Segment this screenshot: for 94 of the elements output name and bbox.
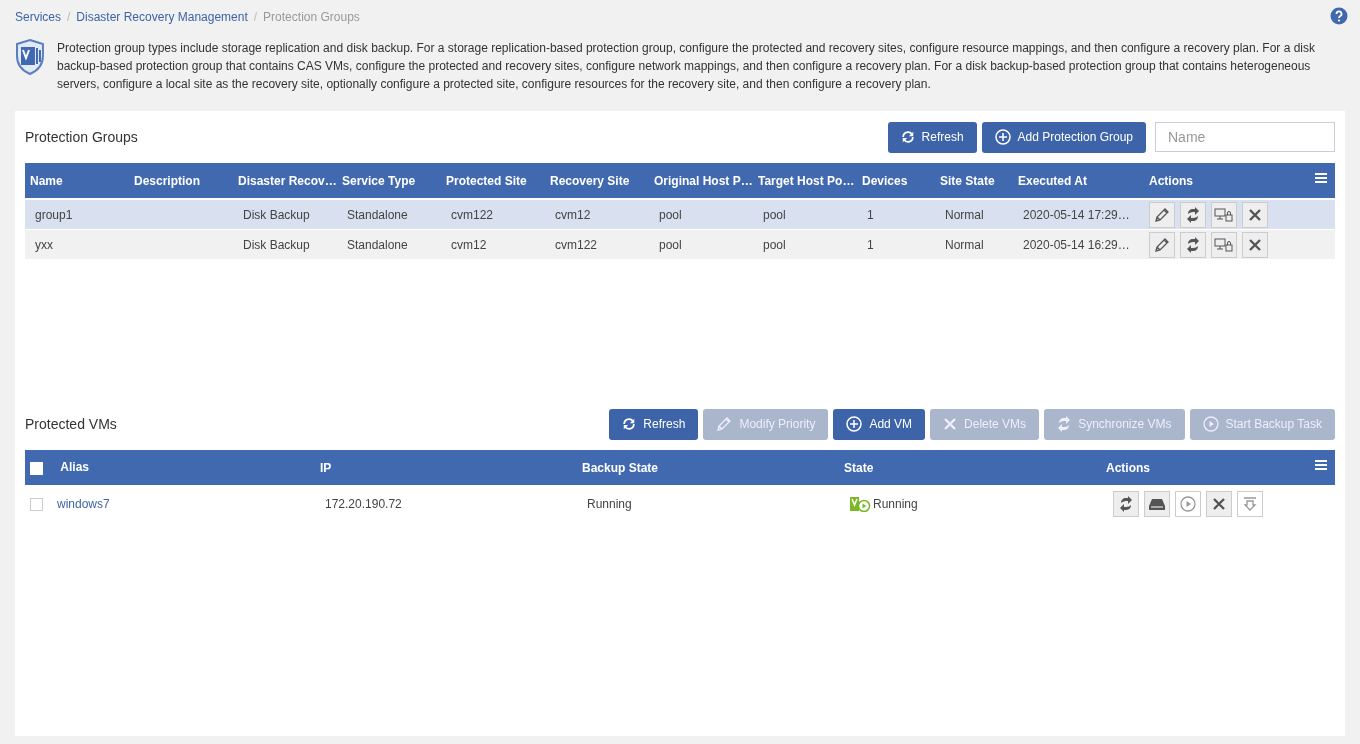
monitor-lock-icon	[1214, 207, 1234, 222]
column-header: Actions	[1101, 450, 1335, 486]
table-cell: Standalone	[347, 207, 408, 222]
delete-action-button[interactable]	[1206, 491, 1232, 517]
download-icon	[1242, 496, 1258, 512]
close-icon	[943, 417, 958, 431]
add-button[interactable]: Add Protection Group	[981, 121, 1146, 153]
column-header: IP	[315, 450, 577, 486]
edit-action-button[interactable]	[1149, 201, 1175, 228]
pencil-icon	[716, 416, 733, 432]
column-header: Description	[129, 163, 233, 199]
column-header: Actions	[1144, 163, 1335, 199]
table-cell: pool	[659, 207, 682, 222]
table-cell: Normal	[945, 207, 984, 222]
edit-action-button[interactable]	[1149, 231, 1175, 258]
menu-icon[interactable]	[1315, 460, 1327, 470]
delete-action-button[interactable]	[1242, 231, 1268, 258]
column-header: Alias	[25, 450, 315, 486]
table-cell: cvm12	[555, 207, 591, 222]
refresh-icon	[900, 130, 915, 144]
table-cell: Disk Backup	[243, 207, 310, 222]
sync-action-button[interactable]	[1180, 231, 1206, 258]
table-cell: 2020-05-14 16:29…	[1023, 237, 1130, 252]
vm-lock-action-button[interactable]	[1211, 201, 1237, 228]
sync-icon	[1186, 206, 1200, 223]
column-header: Target Host Po…	[753, 163, 857, 199]
play-circle-icon	[1202, 416, 1219, 432]
section-title: Protection Groups	[25, 129, 139, 145]
breadcrumb-separator: /	[253, 10, 258, 24]
name-search-field[interactable]: Name	[1155, 122, 1335, 152]
table-cell: pool	[763, 237, 786, 252]
table-cell: 1	[867, 207, 874, 222]
column-header: Protected Site	[441, 163, 545, 199]
close-icon	[1248, 237, 1262, 252]
plus-circle-icon	[846, 416, 863, 432]
table-cell: pool	[659, 237, 682, 252]
disk-action-button[interactable]	[1144, 491, 1170, 517]
play-circle-icon	[1180, 496, 1196, 512]
breadcrumb-separator: /	[67, 10, 71, 24]
close-icon	[1212, 497, 1226, 511]
table-cell: cvm12	[451, 237, 487, 252]
table-cell: cvm122	[451, 207, 494, 222]
refresh-button[interactable]: Refresh	[609, 408, 699, 440]
column-header: Devices	[857, 163, 935, 199]
table-cell: Standalone	[347, 237, 408, 252]
add-button[interactable]: Add VM	[833, 408, 926, 440]
section-title: Protected VMs	[25, 416, 118, 432]
sync-action-button[interactable]	[1180, 201, 1206, 228]
vm-lock-action-button[interactable]	[1211, 231, 1237, 258]
table-cell: Running	[587, 497, 632, 511]
table-cell: Disk Backup	[243, 237, 310, 252]
table-cell: 172.20.190.72	[325, 497, 402, 511]
pencil-icon	[1154, 206, 1170, 223]
column-header: Site State	[935, 163, 1013, 199]
plus-circle-icon	[994, 129, 1011, 145]
pencil-icon	[1154, 236, 1170, 253]
help-icon[interactable]	[1330, 7, 1348, 25]
sync-icon	[1119, 496, 1133, 512]
sync-icon	[1186, 236, 1200, 253]
column-header: Backup State	[577, 450, 839, 486]
column-header: Original Host P…	[649, 163, 753, 199]
state-text: Running	[873, 497, 918, 511]
table-cell: group1	[35, 207, 73, 222]
refresh-icon	[622, 417, 637, 431]
column-header: Service Type	[337, 163, 441, 199]
column-header: Disaster Recov…	[233, 163, 337, 199]
monitor-lock-icon	[1214, 237, 1234, 252]
table-cell: 1	[867, 237, 874, 252]
vm-running-icon	[849, 496, 871, 512]
row-checkbox[interactable]	[30, 498, 43, 512]
breadcrumb-link[interactable]: Services	[15, 10, 61, 24]
delete-action-button[interactable]	[1242, 201, 1268, 228]
breadcrumb-link[interactable]: Disaster Recovery Management	[76, 10, 248, 24]
menu-icon[interactable]	[1315, 173, 1327, 183]
sync-action-button[interactable]	[1113, 491, 1139, 517]
table-cell: 2020-05-14 17:29…	[1023, 207, 1130, 222]
shield-icon	[15, 39, 45, 75]
column-header: State	[839, 450, 1101, 486]
table-cell: cvm122	[555, 237, 598, 252]
select-all-checkbox[interactable]	[30, 461, 43, 475]
table-cell: pool	[763, 207, 786, 222]
vm-link[interactable]: windows7	[57, 496, 110, 511]
info-text: Protection group types include storage replication and disk backup. For a storage replication-based protection group, configure the protected and recovery sites, configure resource mappings, and then configure a recovery plan. For a disk backup-based protection group that contains CAS VMs, configure the protected and recovery sites, configure network mappings, and then configure a recovery plan. For a disk backup-based protection group that contains heterogeneous servers, configure a local site as the recovery site, optionally configure a protected site, configure resources for the recovery site, and then configure a recovery plan.	[56, 40, 1316, 93]
refresh-button[interactable]: Refresh	[887, 121, 977, 153]
column-header: Executed At	[1013, 163, 1144, 199]
close-icon	[1248, 207, 1262, 222]
table-cell: Normal	[945, 237, 984, 252]
group-row[interactable]: yxx Disk Backup Standalone cvm12 cvm122 pool pool 1 Normal 2020-05-14 16:29…	[25, 229, 1335, 260]
disk-drive-icon	[1148, 497, 1166, 511]
group-row[interactable]: group1 Disk Backup Standalone cvm122 cvm12 pool pool 1 Normal 2020-05-14 17:29…	[25, 199, 1335, 230]
column-header: Recovery Site	[545, 163, 649, 199]
column-header: Name	[25, 163, 129, 199]
sync-icon	[1057, 416, 1072, 432]
table-cell: yxx	[35, 237, 53, 252]
